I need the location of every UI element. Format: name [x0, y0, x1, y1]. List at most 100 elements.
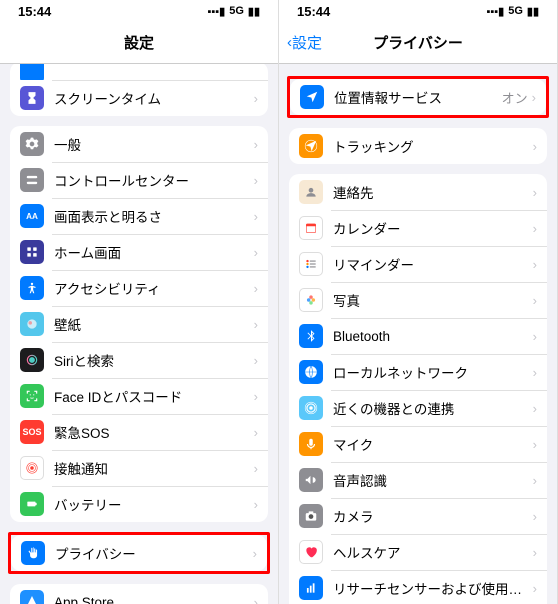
settings-row[interactable]: 近くの機器との連携› [289, 390, 547, 426]
row-label: リマインダー [333, 254, 533, 274]
settings-row[interactable]: 接触通知› [10, 450, 268, 486]
row-label: 音声認識 [333, 470, 533, 490]
chevron-right-icon: › [254, 461, 258, 476]
signal-bars-icon: ▪▪▪▮ [207, 5, 225, 18]
chevron-right-icon: › [254, 281, 258, 296]
row-label: スクリーンタイム [54, 88, 254, 108]
chevron-right-icon: › [533, 257, 537, 272]
svg-text:AA: AA [26, 212, 38, 221]
settings-row[interactable]: リマインダー› [289, 246, 547, 282]
settings-row[interactable]: ホーム画面› [10, 234, 268, 270]
settings-row[interactable]: アクセシビリティ› [10, 270, 268, 306]
chevron-right-icon: › [533, 437, 537, 452]
row-label: 壁紙 [54, 314, 254, 334]
row-label: 画面表示と明るさ [54, 206, 254, 226]
settings-group: 連絡先›カレンダー›リマインダー›写真›Bluetooth›ローカルネットワーク… [289, 174, 547, 604]
settings-row[interactable]: 音声認識› [289, 462, 547, 498]
chevron-right-icon: › [533, 545, 537, 560]
gear-icon [20, 132, 44, 156]
highlight-annotation: 位置情報サービスオン› [287, 76, 549, 118]
settings-row[interactable]: Siriと検索› [10, 342, 268, 378]
settings-row[interactable]: ヘルスケア› [289, 534, 547, 570]
chevron-right-icon: › [533, 329, 537, 344]
settings-row[interactable]: カレンダー› [289, 210, 547, 246]
chevron-right-icon: › [254, 173, 258, 188]
settings-row[interactable]: 壁紙› [10, 306, 268, 342]
signal-type: 5G [229, 5, 244, 17]
content-left[interactable]: スクリーンタイム›一般›コントロールセンター›AA画面表示と明るさ›ホーム画面›… [0, 64, 278, 604]
chevron-right-icon: › [254, 91, 258, 106]
chevron-right-icon: › [254, 497, 258, 512]
chevron-right-icon: › [254, 595, 258, 604]
speech-icon [299, 468, 323, 492]
status-bar: 15:44 ▪▪▪▮ 5G ▮▮ [0, 0, 278, 22]
settings-row[interactable]: バッテリー› [10, 486, 268, 522]
settings-row[interactable]: App Store› [10, 584, 268, 604]
settings-group: プライバシー› [11, 535, 267, 571]
settings-row[interactable]: リサーチセンサーおよび使用状況データ› [289, 570, 547, 604]
chevron-right-icon: › [254, 425, 258, 440]
health-icon [299, 540, 323, 564]
settings-row[interactable]: Face IDとパスコード› [10, 378, 268, 414]
settings-group: 一般›コントロールセンター›AA画面表示と明るさ›ホーム画面›アクセシビリティ›… [10, 126, 268, 522]
row-label: App Store [54, 595, 254, 604]
row-label: 緊急SOS [54, 422, 254, 442]
settings-row[interactable]: プライバシー› [11, 535, 267, 571]
settings-row[interactable]: ローカルネットワーク› [289, 354, 547, 390]
status-right: ▪▪▪▮ 5G ▮▮ [486, 5, 539, 18]
status-time: 15:44 [297, 4, 330, 19]
row-label: カメラ [333, 506, 533, 526]
chevron-right-icon: › [254, 137, 258, 152]
exposure-icon [20, 456, 44, 480]
row-label: ローカルネットワーク [333, 362, 533, 382]
network-icon [299, 360, 323, 384]
status-time: 15:44 [18, 4, 51, 19]
settings-row[interactable]: 写真› [289, 282, 547, 318]
wallpaper-icon [20, 312, 44, 336]
partial-icon [20, 64, 44, 80]
phone-left: 15:44 ▪▪▪▮ 5G ▮▮ 設定 スクリーンタイム›一般›コントロールセン… [0, 0, 279, 604]
back-button[interactable]: ‹ 設定 [287, 32, 322, 53]
settings-row[interactable]: AA画面表示と明るさ› [10, 198, 268, 234]
settings-row[interactable]: 一般› [10, 126, 268, 162]
row-detail: オン [502, 88, 528, 107]
hourglass-icon [20, 86, 44, 110]
photos-icon [299, 288, 323, 312]
bluetooth-icon [299, 324, 323, 348]
settings-row[interactable]: 位置情報サービスオン› [290, 79, 546, 115]
row-label: 連絡先 [333, 182, 533, 202]
sos-icon: SOS [20, 420, 44, 444]
chevron-right-icon: › [533, 581, 537, 596]
mic-icon [299, 432, 323, 456]
research-icon [299, 576, 323, 600]
accessibility-icon [20, 276, 44, 300]
nearby-icon [299, 396, 323, 420]
settings-row[interactable]: 連絡先› [289, 174, 547, 210]
chevron-right-icon: › [533, 401, 537, 416]
phone-right: 15:44 ▪▪▪▮ 5G ▮▮ ‹ 設定 プライバシー 位置情報サービスオン›… [279, 0, 558, 604]
settings-row[interactable]: スクリーンタイム› [10, 80, 268, 116]
row-label: カレンダー [333, 218, 533, 238]
settings-row[interactable]: Bluetooth› [289, 318, 547, 354]
settings-group: 位置情報サービスオン› [290, 79, 546, 115]
row-label: トラッキング [333, 136, 533, 156]
chevron-right-icon: › [533, 293, 537, 308]
content-right[interactable]: 位置情報サービスオン›トラッキング›連絡先›カレンダー›リマインダー›写真›Bl… [279, 64, 557, 604]
contacts-icon [299, 180, 323, 204]
row-label: 接触通知 [54, 458, 254, 478]
grid-icon [20, 240, 44, 264]
hand-icon [21, 541, 45, 565]
settings-row[interactable]: カメラ› [289, 498, 547, 534]
row-label: バッテリー [54, 494, 254, 514]
chevron-right-icon: › [533, 221, 537, 236]
settings-row[interactable]: コントロールセンター› [10, 162, 268, 198]
settings-group: トラッキング› [289, 128, 547, 164]
settings-row[interactable]: マイク› [289, 426, 547, 462]
page-title: プライバシー [373, 32, 463, 53]
settings-row[interactable]: トラッキング› [289, 128, 547, 164]
settings-row[interactable]: SOS 緊急SOS› [10, 414, 268, 450]
chevron-right-icon: › [254, 353, 258, 368]
chevron-right-icon: › [254, 317, 258, 332]
chevron-right-icon: › [532, 90, 536, 105]
row-label: アクセシビリティ [54, 278, 254, 298]
